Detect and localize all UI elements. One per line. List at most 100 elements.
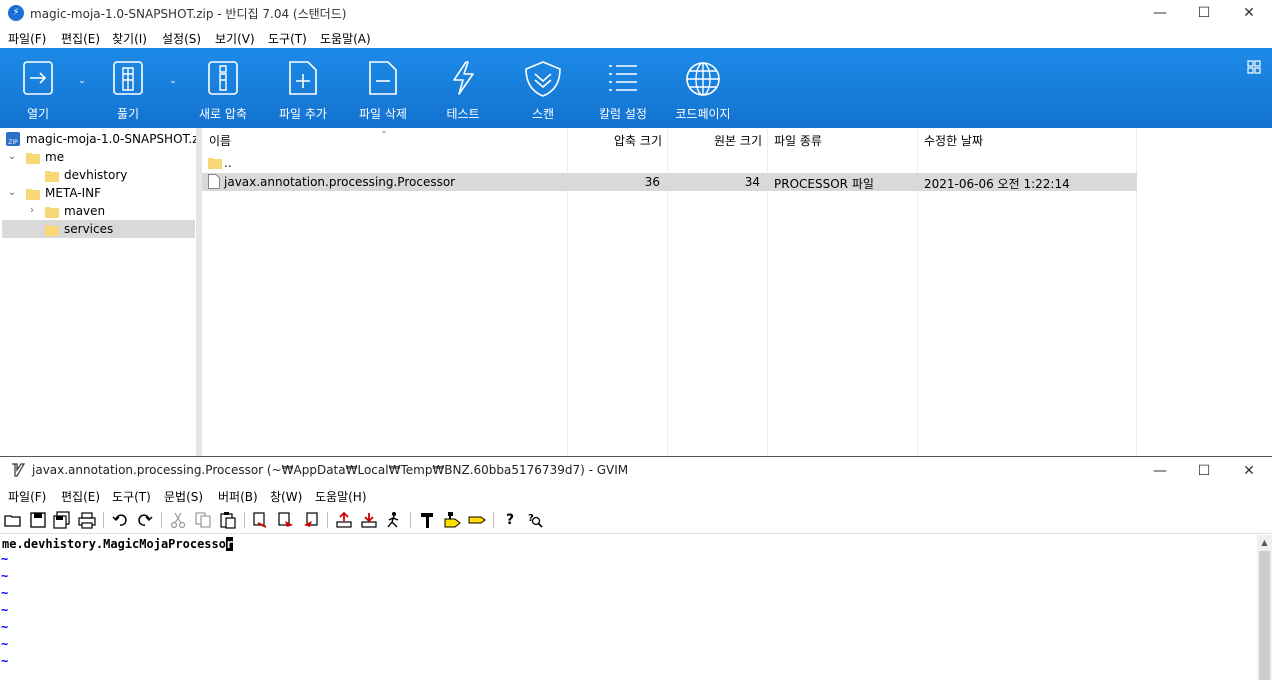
- view-mode-grid-icon[interactable]: [1247, 60, 1261, 74]
- empty-line-tilde: ~: [1, 552, 9, 566]
- menu-view[interactable]: 보기(V): [215, 30, 255, 47]
- gvim-maximize-button[interactable]: ☐: [1181, 457, 1227, 485]
- cut-icon[interactable]: [169, 511, 187, 529]
- tree-item-services[interactable]: services: [2, 220, 195, 238]
- menu-settings[interactable]: 설정(S): [162, 30, 201, 47]
- add-file-label: 파일 추가: [279, 107, 327, 121]
- gvim-menu-help[interactable]: 도움말(H): [315, 488, 367, 505]
- bandizip-minimize-button[interactable]: —: [1137, 0, 1183, 26]
- menu-find[interactable]: 찾기(I): [112, 30, 147, 47]
- extract-dropdown-chevron-icon[interactable]: ⌄: [166, 76, 180, 86]
- codepage-label: 코드페이지: [675, 107, 731, 121]
- run-script-icon[interactable]: [385, 511, 403, 529]
- text-cursor: r: [225, 537, 234, 551]
- codepage-button[interactable]: 코드페이지: [670, 48, 736, 128]
- list-row-parent[interactable]: ..: [202, 154, 1137, 172]
- menu-tools[interactable]: 도구(T): [268, 30, 307, 47]
- tree-item-me[interactable]: ⌄ me: [0, 148, 196, 166]
- find-help-icon[interactable]: ?: [526, 511, 544, 529]
- tree-item-label: me: [45, 150, 65, 164]
- gvim-vertical-scrollbar[interactable]: ▲: [1257, 535, 1272, 680]
- new-archive-icon: [208, 61, 238, 95]
- toolbar-separator: [327, 512, 328, 528]
- column-header-original-size[interactable]: 원본 크기: [668, 128, 762, 154]
- file-type: PROCESSOR 파일: [774, 177, 874, 191]
- save-all-icon[interactable]: [53, 511, 71, 529]
- menu-help[interactable]: 도움말(A): [320, 30, 371, 47]
- tree-item-root[interactable]: ZIP magic-moja-1.0-SNAPSHOT.zip: [0, 130, 209, 148]
- new-archive-label: 새로 압축: [199, 107, 247, 121]
- delete-file-button[interactable]: 파일 삭제: [350, 48, 416, 128]
- chevron-right-icon[interactable]: ›: [26, 204, 38, 218]
- help-question-icon[interactable]: ?: [501, 511, 519, 529]
- bandizip-close-button[interactable]: ✕: [1226, 0, 1272, 26]
- empty-line-tilde: ~: [1, 620, 9, 634]
- open-button[interactable]: 열기: [8, 48, 68, 128]
- gvim-menu-window[interactable]: 창(W): [270, 488, 302, 505]
- folder-icon: [208, 158, 222, 169]
- chevron-down-icon[interactable]: ⌄: [6, 150, 18, 164]
- open-folder-icon[interactable]: [4, 511, 22, 529]
- gvim-menu-file[interactable]: 파일(F): [8, 488, 46, 505]
- tree-item-devhistory[interactable]: devhistory: [0, 166, 196, 184]
- save-session-icon[interactable]: [360, 511, 378, 529]
- column-header-file-type[interactable]: 파일 종류: [774, 128, 822, 154]
- undo-icon[interactable]: [111, 511, 129, 529]
- replace-icon[interactable]: [252, 511, 270, 529]
- find-next-icon[interactable]: [277, 511, 295, 529]
- scan-button[interactable]: 스캔: [510, 48, 576, 128]
- column-settings-button[interactable]: 칼럼 설정: [590, 48, 656, 128]
- menu-file[interactable]: 파일(F): [8, 30, 46, 47]
- gvim-menu-syntax[interactable]: 문법(S): [164, 488, 203, 505]
- print-icon[interactable]: [78, 511, 96, 529]
- file-modified: 2021-06-06 오전 1:22:14: [924, 177, 1070, 191]
- jump-tag-icon[interactable]: [468, 511, 486, 529]
- redo-icon[interactable]: [136, 511, 154, 529]
- tree-item-maven[interactable]: › maven: [0, 202, 196, 220]
- gvim-menu-buffers[interactable]: 버퍼(B): [218, 488, 258, 505]
- paste-icon[interactable]: [219, 511, 237, 529]
- toolbar-separator: [410, 512, 411, 528]
- tree-item-meta-inf[interactable]: ⌄ META-INF: [0, 184, 196, 202]
- bandizip-maximize-button[interactable]: ☐: [1181, 0, 1227, 26]
- list-row-processor[interactable]: javax.annotation.processing.Processor 36…: [202, 173, 1137, 191]
- make-hammer-icon[interactable]: [418, 511, 436, 529]
- new-archive-button[interactable]: 새로 압축: [190, 48, 256, 128]
- build-tags-icon[interactable]: [443, 511, 461, 529]
- column-header-name[interactable]: 이름: [209, 128, 231, 154]
- column-settings-icon: [609, 65, 637, 91]
- scan-label: 스캔: [531, 107, 555, 121]
- folder-icon: [26, 153, 40, 164]
- save-icon[interactable]: [29, 511, 47, 529]
- load-session-icon[interactable]: [335, 511, 353, 529]
- column-header-packed-size[interactable]: 압축 크기: [568, 128, 662, 154]
- menu-edit[interactable]: 편집(E): [61, 30, 100, 47]
- test-icon: [453, 61, 474, 95]
- bandizip-menubar: 파일(F) 편집(E) 찾기(I) 설정(S) 보기(V) 도구(T) 도움말(…: [0, 26, 1272, 48]
- column-header-modified[interactable]: 수정한 날짜: [924, 128, 983, 154]
- add-file-button[interactable]: 파일 추가: [270, 48, 336, 128]
- toolbar-separator: [161, 512, 162, 528]
- test-button[interactable]: 테스트: [430, 48, 496, 128]
- chevron-down-icon[interactable]: ⌄: [6, 186, 18, 200]
- sort-chevron-icon: ⌄: [380, 126, 388, 136]
- folder-tree: ZIP magic-moja-1.0-SNAPSHOT.zip ⌄ me dev…: [0, 128, 209, 456]
- gvim-minimize-button[interactable]: —: [1137, 457, 1183, 485]
- scrollbar-thumb[interactable]: [1259, 551, 1270, 680]
- buffer-line-1: me.devhistory.MagicMojaProcessor: [2, 537, 234, 551]
- gvim-window-title: javax.annotation.processing.Processor (~…: [32, 463, 629, 477]
- gvim-close-button[interactable]: ✕: [1226, 457, 1272, 485]
- open-dropdown-chevron-icon[interactable]: ⌄: [75, 76, 89, 86]
- toolbar-separator: [493, 512, 494, 528]
- copy-icon[interactable]: [194, 511, 212, 529]
- file-icon: [208, 174, 220, 189]
- gvim-menu-edit[interactable]: 편집(E): [61, 488, 100, 505]
- gvim-editor-area[interactable]: me.devhistory.MagicMojaProcessor ~ ~ ~ ~…: [0, 535, 1257, 680]
- find-prev-icon[interactable]: [302, 511, 320, 529]
- extract-button[interactable]: 풀기: [98, 48, 158, 128]
- file-name: javax.annotation.processing.Processor: [224, 175, 456, 189]
- scroll-up-arrow-icon[interactable]: ▲: [1257, 535, 1272, 551]
- gvim-menubar: 파일(F) 편집(E) 도구(T) 문법(S) 버퍼(B) 창(W) 도움말(H…: [0, 485, 1272, 506]
- add-file-icon: [289, 61, 317, 95]
- gvim-menu-tools[interactable]: 도구(T): [112, 488, 151, 505]
